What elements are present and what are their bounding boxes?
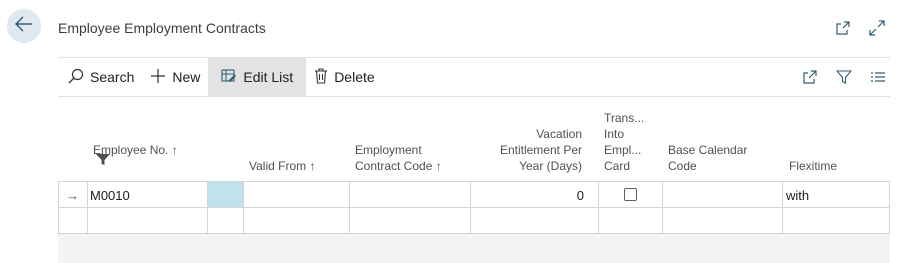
- grid-header: Employee No. ↑ Valid From ↑ Employment C…: [58, 98, 890, 182]
- open-in-new-window-icon[interactable]: [833, 18, 853, 38]
- transfer-header-line4: Card: [604, 159, 631, 173]
- delete-label: Delete: [334, 69, 375, 85]
- column-header-base-calendar-code[interactable]: Base Calendar Code: [668, 142, 747, 174]
- column-header-flexitime[interactable]: Flexitime: [789, 158, 837, 174]
- grid-footer-area: [58, 234, 890, 263]
- row-indicator-arrow-icon: →: [66, 188, 79, 203]
- column-header-transfer-into-card[interactable]: Trans... Into Empl... Card: [604, 110, 644, 174]
- employee-no-cell[interactable]: M0010: [90, 188, 130, 203]
- vacation-days-cell[interactable]: 0: [577, 188, 584, 203]
- transfer-header-line3: Empl...: [604, 143, 642, 157]
- column-header-vacation[interactable]: Vacation Entitlement Per Year (Days): [500, 126, 582, 174]
- edit-list-icon: [221, 68, 237, 87]
- page-title: Employee Employment Contracts: [58, 20, 266, 36]
- contract-code-header-line1: Employment: [355, 143, 422, 157]
- filter-applied-icon: [96, 152, 110, 170]
- list-view-icon[interactable]: [868, 67, 888, 87]
- flexitime-cell[interactable]: with: [786, 188, 809, 203]
- share-icon[interactable]: [800, 67, 820, 87]
- search-label: Search: [90, 69, 135, 85]
- transfer-into-card-checkbox[interactable]: [624, 188, 637, 201]
- contract-code-header-line2: Contract Code ↑: [355, 159, 442, 173]
- expand-icon[interactable]: [867, 18, 887, 38]
- action-bar: Search New Edit List Delete: [58, 58, 890, 96]
- calendar-header-line2: Code: [668, 159, 697, 173]
- filter-icon[interactable]: [834, 67, 854, 87]
- new-label: New: [172, 69, 201, 85]
- search-button[interactable]: Search: [58, 58, 142, 96]
- edit-list-button[interactable]: Edit List: [208, 58, 307, 96]
- table-row[interactable]: → M0010 0 with: [58, 182, 890, 208]
- column-header-contract-code[interactable]: Employment Contract Code ↑: [355, 142, 442, 174]
- vacation-header-line2: Entitlement Per: [499, 143, 582, 157]
- vacation-header-line1: Vacation: [536, 127, 582, 141]
- contracts-grid: Employee No. ↑ Valid From ↑ Employment C…: [58, 98, 890, 182]
- trash-icon: [314, 67, 328, 87]
- grid-body: → M0010 0 with: [58, 181, 890, 234]
- action-bar-divider: [58, 96, 890, 97]
- table-row[interactable]: [58, 208, 890, 234]
- transfer-header-line1: Trans...: [604, 111, 645, 125]
- column-header-valid-from[interactable]: Valid From ↑: [249, 158, 315, 174]
- plus-icon: [150, 68, 166, 87]
- selected-cell-highlight: [208, 182, 243, 207]
- search-icon: [68, 68, 84, 87]
- delete-button[interactable]: Delete: [306, 58, 382, 96]
- new-button[interactable]: New: [142, 58, 208, 96]
- calendar-header-line1: Base Calendar: [668, 143, 748, 157]
- vacation-header-line3: Year (Days): [519, 159, 582, 173]
- back-arrow-icon: [15, 16, 33, 37]
- edit-list-label: Edit List: [243, 69, 294, 85]
- transfer-header-line2: Into: [604, 127, 625, 141]
- back-button[interactable]: [7, 9, 41, 43]
